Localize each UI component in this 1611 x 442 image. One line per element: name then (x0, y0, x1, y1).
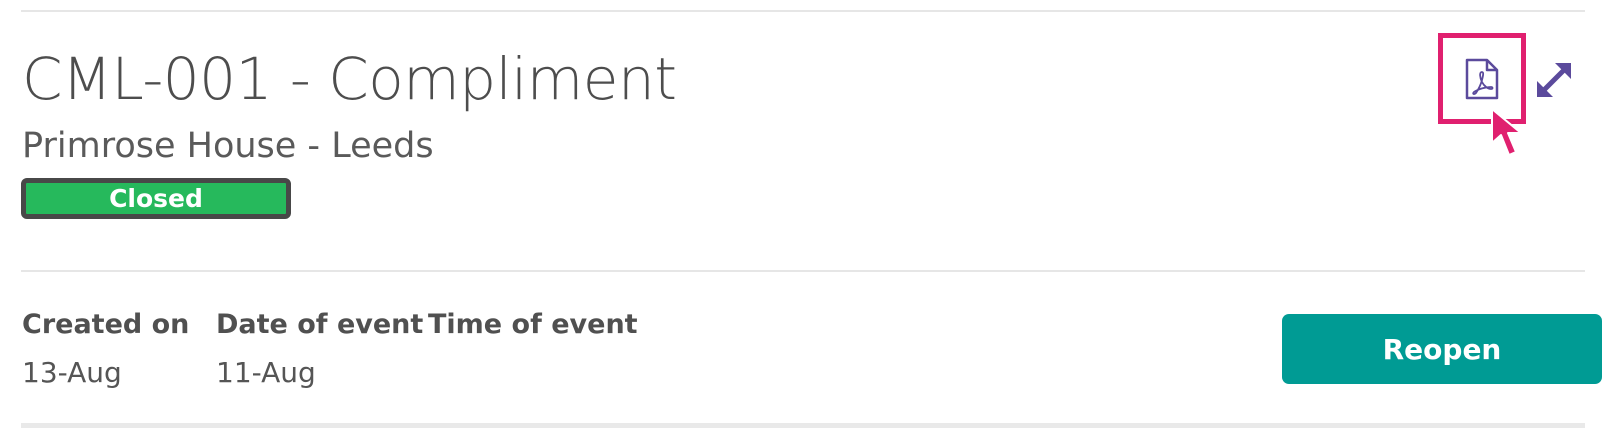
status-badge: Closed (21, 178, 291, 219)
record-title: CML-001 - Compliment (22, 45, 677, 113)
section-divider (21, 270, 1585, 272)
created-on-label: Created on (22, 309, 190, 340)
date-of-event-label: Date of event (216, 309, 424, 340)
pdf-icon (1465, 58, 1499, 99)
top-divider (21, 10, 1585, 12)
reopen-button[interactable]: Reopen (1282, 314, 1602, 384)
time-of-event-label: Time of event (428, 309, 638, 340)
date-of-event-value: 11-Aug (216, 356, 316, 389)
mouse-cursor-icon (1491, 108, 1522, 156)
created-on-value: 13-Aug (22, 356, 122, 389)
record-location: Primrose House - Leeds (22, 126, 434, 166)
bottom-divider (21, 423, 1585, 428)
expand-icon[interactable] (1530, 56, 1578, 104)
record-header-page: CML-001 - Compliment Primrose House - Le… (0, 0, 1611, 442)
